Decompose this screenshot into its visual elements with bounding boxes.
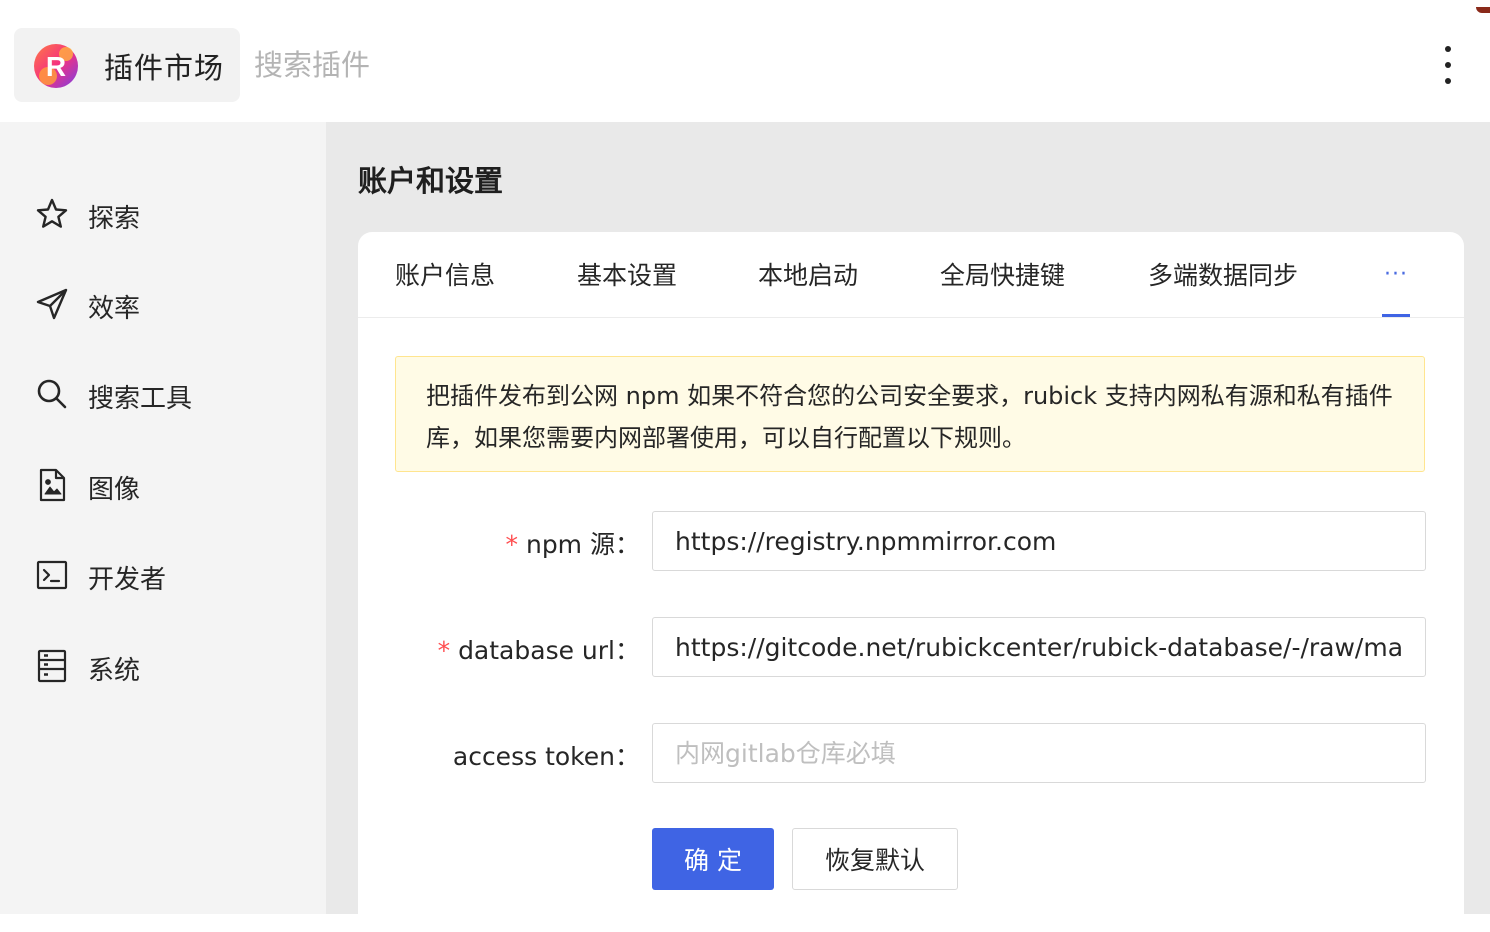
search-icon [37,379,67,409]
access-token-row: access token： [358,723,1464,785]
sidebar-item-label: 图像 [88,475,141,505]
page-title: 账户和设置 [358,164,504,198]
app-title: 插件市场 [104,51,225,85]
plugin-market-button[interactable]: R 插件市场 [14,28,240,102]
search-input[interactable] [254,40,854,90]
rubick-logo-icon: R [34,44,78,88]
tab-bar: 账户信息 基本设置 本地启动 全局快捷键 多端数据同步 ··· [358,232,1464,318]
sidebar: 探索 效率 搜索工具 图像 开发者 系统 [0,122,326,914]
system-list-icon [37,649,67,683]
tab-global-shortcuts[interactable]: 全局快捷键 [940,256,1065,292]
label-text: access token [452,742,615,771]
alert-text: 把插件发布到公网 npm 如果不符合您的公司安全要求，rubick 支持内网私有… [426,382,1393,452]
more-dot-icon [1445,46,1451,52]
access-token-input[interactable] [652,723,1426,783]
more-dot-icon [1445,62,1451,68]
more-menu-button[interactable] [1436,42,1460,90]
top-bar: R 插件市场 [0,0,1490,122]
tab-account-info[interactable]: 账户信息 [395,256,495,292]
label-colon: ： [614,530,640,559]
ellipsis-icon: ··· [1384,262,1408,287]
main-panel: 账户和设置 账户信息 基本设置 本地启动 全局快捷键 多端数据同步 ··· 把插… [326,122,1490,932]
logo-letter: R [46,51,66,82]
tab-more-active[interactable]: ··· [1382,252,1412,317]
npm-source-row: * npm 源： [358,511,1464,573]
label-text: npm 源 [525,530,615,559]
sidebar-item-label: 效率 [88,294,141,324]
confirm-button[interactable]: 确定 [652,828,774,890]
sidebar-item-label: 探索 [88,204,141,234]
settings-card: 账户信息 基本设置 本地启动 全局快捷键 多端数据同步 ··· 把插件发布到公网… [358,232,1464,932]
sidebar-item-developer[interactable]: 开发者 [34,555,294,599]
more-dot-icon [1445,78,1451,84]
npm-source-input[interactable] [652,511,1426,571]
image-file-icon [39,468,66,502]
tab-local-launch[interactable]: 本地启动 [758,256,858,292]
active-tab-indicator [1382,314,1410,317]
label-colon: ： [614,742,640,771]
sidebar-item-label: 开发者 [88,565,167,595]
label-colon: ： [614,636,640,665]
window-corner-mark [1476,7,1490,13]
sidebar-item-label: 系统 [88,656,141,686]
star-icon [36,198,68,228]
npm-source-label: * npm 源： [505,525,640,561]
tab-basic-settings[interactable]: 基本设置 [577,256,677,292]
sidebar-item-explore[interactable]: 探索 [34,194,294,238]
database-url-row: * database url： [358,617,1464,679]
sidebar-item-system[interactable]: 系统 [34,646,294,690]
sidebar-item-efficiency[interactable]: 效率 [34,284,294,328]
sidebar-item-search-tools[interactable]: 搜索工具 [34,374,294,418]
label-text: database url [458,636,615,665]
sidebar-item-image[interactable]: 图像 [34,465,294,509]
access-token-label: access token： [453,737,640,773]
reset-default-button[interactable]: 恢复默认 [792,828,958,890]
required-mark: * [437,636,451,665]
database-url-label: * database url： [438,631,640,667]
info-alert: 把插件发布到公网 npm 如果不符合您的公司安全要求，rubick 支持内网私有… [395,356,1425,472]
tab-multi-device-sync[interactable]: 多端数据同步 [1148,256,1298,292]
required-mark: * [505,530,518,559]
send-icon [36,288,68,320]
sidebar-item-label: 搜索工具 [88,384,193,414]
terminal-icon [36,560,68,590]
database-url-input[interactable] [652,617,1426,677]
